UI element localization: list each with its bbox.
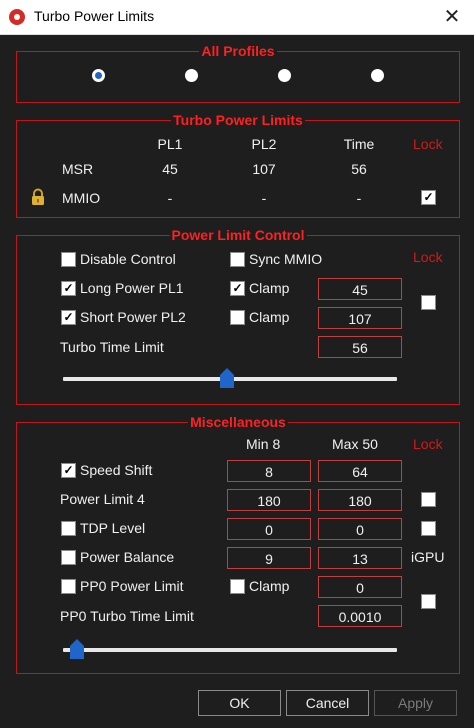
short-power-clamp-checkbox[interactable] xyxy=(230,310,245,325)
pl1-header: PL1 xyxy=(157,136,183,152)
mmio-pl2-value: - xyxy=(261,190,267,206)
window-title: Turbo Power Limits xyxy=(34,8,155,24)
apply-button[interactable]: Apply xyxy=(374,690,457,716)
power-limit-control-group: Power Limit Control Disable Control Sync… xyxy=(16,227,460,405)
pp0-power-limit-label: PP0 Power Limit xyxy=(80,578,184,594)
sync-mmio-label: Sync MMIO xyxy=(249,251,323,267)
plc-lock-label: Lock xyxy=(413,249,443,265)
pp0-clamp-label: Clamp xyxy=(249,578,290,594)
pp0-turbo-time-slider-track[interactable] xyxy=(63,648,397,652)
pp0-power-limit-input[interactable]: 0 xyxy=(318,576,402,598)
power-balance-min-input[interactable]: 9 xyxy=(227,547,311,569)
msr-time-value: 56 xyxy=(351,161,367,177)
pp0-turbo-time-input[interactable]: 0.0010 xyxy=(318,605,402,627)
tdp-level-lock-checkbox[interactable] xyxy=(421,521,436,536)
sync-mmio-checkbox[interactable] xyxy=(230,252,245,267)
speed-shift-max-input[interactable]: 64 xyxy=(318,460,402,482)
power-limit-4-max-input[interactable]: 180 xyxy=(318,489,402,511)
short-power-checkbox[interactable]: ✓ xyxy=(61,310,76,325)
power-limit-4-lock-checkbox[interactable] xyxy=(421,492,436,507)
short-power-label: Short Power PL2 xyxy=(80,309,186,325)
long-power-clamp-label: Clamp xyxy=(249,280,290,296)
pp0-power-limit-checkbox[interactable] xyxy=(61,579,76,594)
ok-button[interactable]: OK xyxy=(198,690,281,716)
disable-control-label: Disable Control xyxy=(80,251,176,267)
power-limit-4-label: Power Limit 4 xyxy=(60,491,145,507)
plc-lock-checkbox[interactable] xyxy=(421,295,436,310)
tdp-level-checkbox[interactable] xyxy=(61,521,76,536)
title-bar: Turbo Power Limits ✕ xyxy=(0,0,474,35)
mmio-lock-checkbox[interactable]: ✓ xyxy=(421,190,436,205)
speed-shift-checkbox[interactable]: ✓ xyxy=(61,463,76,478)
power-balance-label: Power Balance xyxy=(80,549,175,565)
turbo-time-limit-input[interactable]: 56 xyxy=(318,336,402,358)
mmio-pl1-value: - xyxy=(167,190,173,206)
pp0-lock-checkbox[interactable] xyxy=(421,594,436,609)
check-icon: ✓ xyxy=(63,310,74,324)
check-icon: ✓ xyxy=(63,281,74,295)
long-power-input[interactable]: 45 xyxy=(318,278,402,300)
msr-pl1-value: 45 xyxy=(162,161,178,177)
tdp-level-min-input[interactable]: 0 xyxy=(227,518,311,540)
min-header: Min 8 xyxy=(246,436,281,452)
long-power-label: Long Power PL1 xyxy=(80,280,184,296)
mmio-time-value: - xyxy=(356,190,362,206)
tdp-level-label: TDP Level xyxy=(80,520,146,536)
power-balance-max-input[interactable]: 13 xyxy=(318,547,402,569)
misc-lock-label: Lock xyxy=(413,436,443,452)
profile-radio-1[interactable] xyxy=(92,69,105,82)
power-balance-checkbox[interactable] xyxy=(61,550,76,565)
turbo-power-limits-group: Turbo Power Limits PL1 PL2 Time Lock MSR… xyxy=(16,112,460,218)
speed-shift-label: Speed Shift xyxy=(80,462,153,478)
pp0-clamp-checkbox[interactable] xyxy=(230,579,245,594)
disable-control-checkbox[interactable] xyxy=(61,252,76,267)
short-power-input[interactable]: 107 xyxy=(318,307,402,329)
turbo-time-slider-thumb[interactable] xyxy=(219,368,234,388)
all-profiles-group: All Profiles xyxy=(16,43,460,103)
tdp-level-max-input[interactable]: 0 xyxy=(318,518,402,540)
igpu-label: iGPU xyxy=(411,549,445,565)
app-icon xyxy=(9,9,25,25)
pp0-turbo-time-slider-thumb[interactable] xyxy=(69,639,84,659)
lock-icon xyxy=(32,188,44,205)
profile-radio-2[interactable] xyxy=(185,69,198,82)
power-limit-control-title: Power Limit Control xyxy=(169,227,307,243)
msr-label: MSR xyxy=(62,161,94,177)
check-icon: ✓ xyxy=(423,190,434,204)
miscellaneous-title: Miscellaneous xyxy=(188,414,288,430)
time-header: Time xyxy=(343,136,375,152)
close-button[interactable]: ✕ xyxy=(430,0,474,34)
lock-header: Lock xyxy=(413,136,443,152)
check-icon: ✓ xyxy=(232,281,243,295)
all-profiles-title: All Profiles xyxy=(199,43,277,59)
long-power-clamp-checkbox[interactable]: ✓ xyxy=(230,281,245,296)
max-header: Max 50 xyxy=(332,436,378,452)
cancel-button[interactable]: Cancel xyxy=(286,690,369,716)
long-power-checkbox[interactable]: ✓ xyxy=(61,281,76,296)
pl2-header: PL2 xyxy=(251,136,277,152)
speed-shift-min-input[interactable]: 8 xyxy=(227,460,311,482)
mmio-label: MMIO xyxy=(62,190,101,206)
pp0-turbo-time-label: PP0 Turbo Time Limit xyxy=(60,608,194,624)
msr-pl2-value: 107 xyxy=(252,161,276,177)
short-power-clamp-label: Clamp xyxy=(249,309,290,325)
miscellaneous-group: Miscellaneous Min 8 Max 50 Lock ✓ Speed … xyxy=(16,414,460,674)
turbo-time-limit-label: Turbo Time Limit xyxy=(60,339,164,355)
power-limit-4-min-input[interactable]: 180 xyxy=(227,489,311,511)
profile-radio-4[interactable] xyxy=(371,69,384,82)
turbo-power-limits-title: Turbo Power Limits xyxy=(171,112,305,128)
check-icon: ✓ xyxy=(63,463,74,477)
profile-radio-3[interactable] xyxy=(278,69,291,82)
